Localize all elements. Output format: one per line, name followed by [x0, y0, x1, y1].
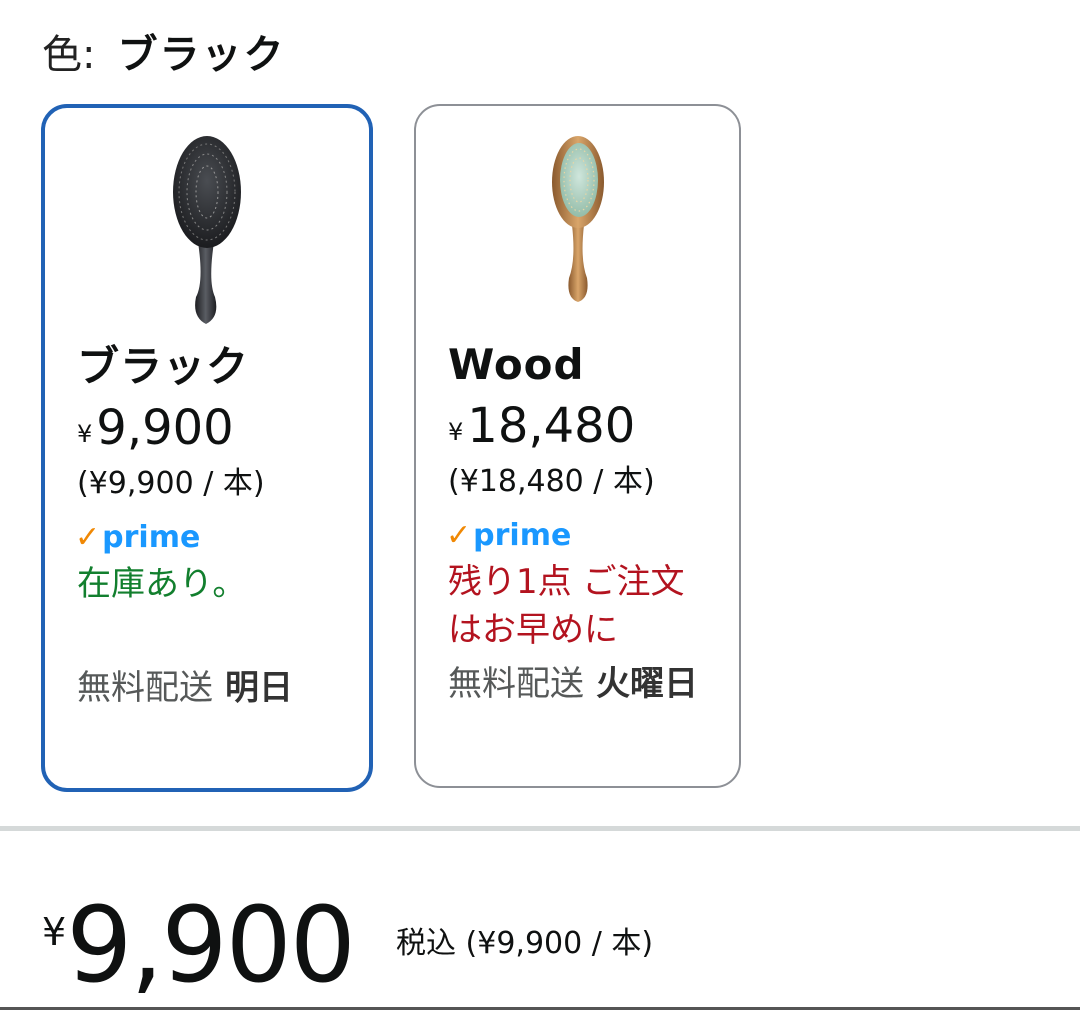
currency-symbol: ¥: [448, 418, 464, 446]
color-selector-header: 色: ブラック: [42, 30, 285, 80]
prime-text: prime: [102, 520, 201, 555]
swatch-price: ¥9,900: [77, 398, 234, 458]
black-hairbrush-image: [45, 132, 369, 332]
swatch-name: ブラック: [77, 342, 250, 391]
final-currency-symbol: ¥: [42, 910, 67, 954]
prime-text: prime: [473, 518, 572, 553]
price-amount: 9,900: [96, 400, 234, 456]
shipping-day: 火曜日: [596, 664, 698, 704]
prime-badge: ✓prime: [75, 520, 200, 560]
final-price-amount: 9,900: [66, 884, 356, 1006]
unit-price: (¥9,900 / 本): [77, 466, 265, 501]
swatch-name: Wood: [448, 340, 585, 389]
shipping-info: 無料配送 明日: [77, 662, 347, 714]
prime-badge: ✓prime: [446, 518, 571, 558]
shipping-day: 明日: [225, 668, 293, 708]
prime-check-icon: ✓: [75, 520, 101, 555]
prime-check-icon: ✓: [446, 518, 472, 553]
swatch-price: ¥18,480: [448, 396, 635, 456]
currency-symbol: ¥: [77, 420, 93, 448]
swatch-wood[interactable]: Wood ¥18,480 (¥18,480 / 本) ✓prime 残り1点 ご…: [414, 104, 741, 788]
unit-price: (¥18,480 / 本): [448, 464, 655, 499]
shipping-label: 無料配送: [448, 664, 584, 704]
section-divider: [0, 826, 1080, 831]
price-amount: 18,480: [467, 398, 636, 454]
color-label: 色:: [42, 32, 96, 78]
final-price: ¥9,900: [42, 890, 356, 1000]
stock-status: 在庫あり。: [77, 564, 247, 604]
wood-hairbrush-image: [416, 130, 739, 330]
tax-info: 税込 (¥9,900 / 本): [396, 926, 654, 961]
swatch-black[interactable]: ブラック ¥9,900 (¥9,900 / 本) ✓prime 在庫あり。 無料…: [41, 104, 373, 792]
shipping-label: 無料配送: [77, 668, 213, 708]
selected-color-value: ブラック: [117, 32, 286, 78]
shipping-info: 無料配送 火曜日: [448, 658, 698, 710]
stock-status: 残り1点 ご注文はお早めに: [448, 562, 685, 650]
